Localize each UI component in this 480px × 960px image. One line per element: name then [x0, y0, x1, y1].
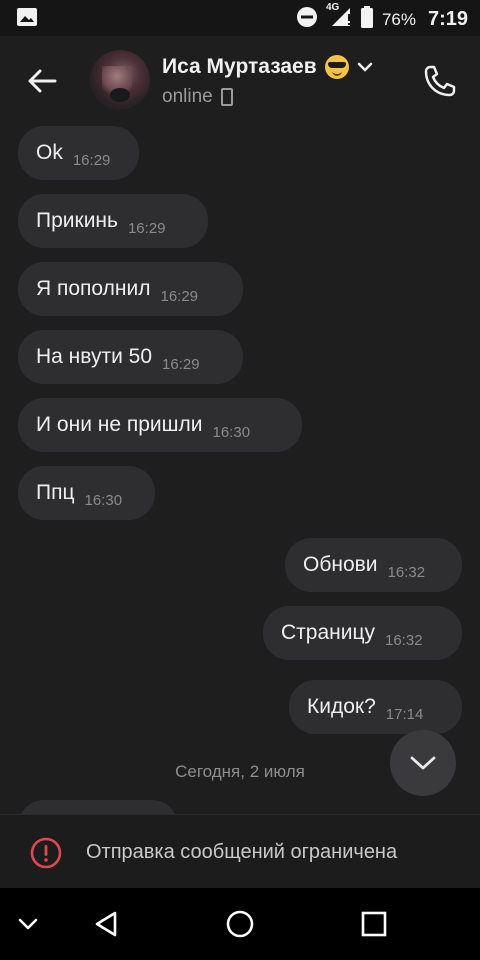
message-text: Ok	[36, 141, 63, 164]
recents-square-icon[interactable]	[354, 904, 394, 944]
chevron-down-icon	[357, 55, 373, 79]
chat-header: Иса Муртазаев online	[0, 36, 480, 126]
message-bubble[interactable]: Ok 16:29	[18, 126, 139, 180]
message-time: 16:32	[387, 563, 426, 581]
back-triangle-icon[interactable]	[86, 904, 126, 944]
contact-name: Иса Муртазаев	[162, 55, 317, 78]
message-bubble[interactable]	[18, 800, 178, 814]
contact-status: online	[162, 86, 213, 107]
message-bubble[interactable]: Прикинь 16:29	[18, 194, 208, 248]
sunglasses-emoji-icon	[324, 55, 349, 79]
chevron-down-icon[interactable]	[8, 904, 48, 944]
battery-icon	[360, 6, 374, 33]
message-time: 17:14	[385, 705, 424, 723]
do-not-disturb-icon	[296, 6, 318, 33]
chevron-down-icon	[410, 756, 436, 770]
gallery-icon	[16, 7, 38, 32]
signal-icon: 4G	[326, 2, 352, 33]
status-bar: 4G 76% 7:19	[0, 0, 480, 36]
message-time: 16:30	[84, 491, 123, 509]
clock: 7:19	[427, 8, 468, 30]
message-time: 16:29	[72, 151, 111, 169]
phone-call-icon[interactable]	[420, 61, 460, 101]
message-bubble[interactable]: Страницу 16:32	[263, 606, 462, 660]
scroll-to-bottom-button[interactable]	[390, 730, 456, 796]
message-text: Обнови	[303, 553, 378, 576]
message-time: 16:29	[127, 219, 166, 237]
home-circle-icon[interactable]	[220, 904, 260, 944]
message-bubble[interactable]: И они не пришли 16:30	[18, 398, 302, 452]
alert-circle-icon	[30, 837, 62, 869]
message-bubble[interactable]: Ппц 16:30	[18, 466, 155, 520]
message-text: И они не пришли	[36, 413, 203, 436]
message-text: Ппц	[36, 481, 75, 504]
contact-status-row: online	[162, 86, 233, 108]
message-text: Я пополнил	[36, 277, 151, 300]
banner-text: Отправка сообщений ограничена	[86, 841, 398, 863]
message-text: На нвути 50	[36, 345, 153, 368]
message-text: Кидок?	[307, 695, 376, 718]
messaging-restricted-banner: Отправка сообщений ограничена	[0, 814, 480, 889]
mobile-device-icon	[220, 88, 233, 106]
message-list[interactable]: Ok 16:29 Прикинь 16:29 Я пополнил 16:29 …	[0, 126, 480, 814]
message-bubble[interactable]: На нвути 50 16:29	[18, 330, 243, 384]
network-type-label: 4G	[325, 2, 340, 13]
message-bubble[interactable]: Я пополнил 16:29	[18, 262, 243, 316]
avatar[interactable]	[90, 50, 150, 110]
message-text: Страницу	[281, 621, 375, 644]
message-text: Прикинь	[36, 209, 118, 232]
message-bubble[interactable]: Обнови 16:32	[285, 538, 462, 592]
message-time: 16:30	[212, 423, 251, 441]
battery-percent: 76%	[381, 9, 416, 29]
system-nav-bar	[0, 888, 480, 960]
message-time: 16:29	[160, 287, 199, 305]
contact-name-row[interactable]: Иса Муртазаев	[162, 55, 373, 79]
message-time: 16:32	[385, 631, 423, 649]
message-time: 16:29	[162, 355, 200, 373]
back-arrow-icon[interactable]	[22, 61, 62, 101]
message-bubble[interactable]: Кидок? 17:14	[289, 680, 462, 734]
